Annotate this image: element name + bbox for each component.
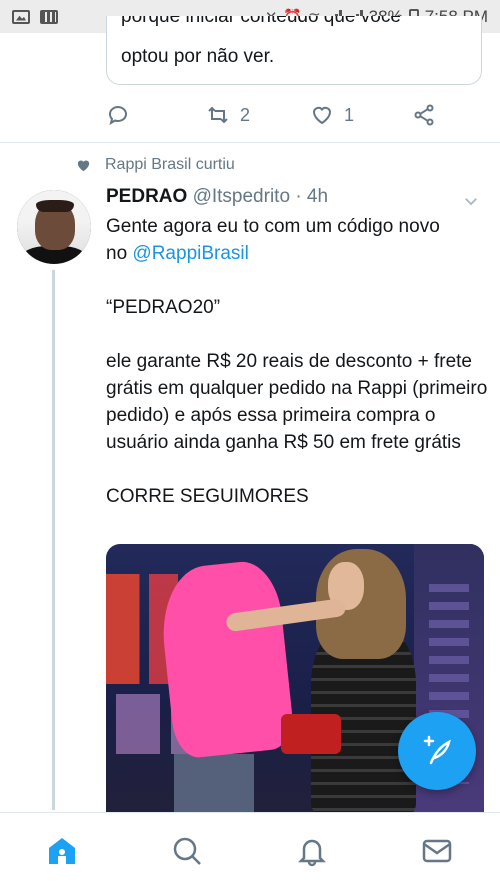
compose-tweet-button[interactable] [398,712,476,790]
like-icon [312,106,332,125]
thread-line [52,270,55,810]
mention-link[interactable]: @RappiBrasil [132,243,248,264]
reply-icon [109,106,127,126]
tweet-line-1: Gente agora eu to com um código novo [106,216,440,237]
compose-quill-icon [423,735,451,765]
nav-home[interactable] [46,835,78,867]
image-notification-icon [12,9,30,24]
tweet-actions-previous: 2 1 [106,100,446,130]
social-context[interactable]: Rappi Brasil curtiu [76,156,235,174]
author-handle[interactable]: @Itspedrito [193,186,290,207]
heart-icon [77,160,90,171]
like-count: 1 [344,104,355,125]
notifications-icon [297,839,327,867]
tweet-line-2: no @RappiBrasil [106,243,249,264]
separator-dot: · [295,186,302,207]
app-notification-icon [40,9,58,24]
retweet-count: 2 [240,104,251,125]
nav-search[interactable] [171,835,203,867]
share-button[interactable] [412,103,436,127]
promo-code: “PEDRAO20” [106,297,221,318]
messages-icon [422,839,452,863]
retweet-icon [208,106,228,124]
like-button[interactable]: 1 [310,103,354,127]
home-icon [49,838,75,864]
tweet-closing: CORRE SEGUIMORES [106,486,309,507]
search-icon [173,837,201,865]
author-name[interactable]: PEDRAO [106,186,187,207]
tweet-divider [0,142,500,143]
chevron-down-icon[interactable] [462,192,480,210]
quoted-tweet-text: optou por não ver. [121,46,275,67]
nav-notifications[interactable] [296,835,328,867]
tweet-time[interactable]: 4h [307,186,328,207]
quoted-tweet-card[interactable]: porque iniciar conteúdo que você optou p… [106,16,482,85]
reply-button[interactable] [106,103,130,127]
tweet-header: PEDRAO @Itspedrito · 4h [106,186,328,208]
bottom-navigation [0,812,500,889]
quoted-tweet-partial-line: porque iniciar conteúdo que você [121,16,401,27]
social-context-label: Rappi Brasil curtiu [105,156,235,173]
avatar[interactable] [17,190,91,264]
tweet-paragraph: ele garante R$ 20 reais de desconto + fr… [106,351,488,453]
nav-messages[interactable] [421,835,453,867]
retweet-button[interactable]: 2 [206,103,250,127]
tweet-text: Gente agora eu to com um código novo no … [106,213,491,510]
share-icon [414,104,434,126]
